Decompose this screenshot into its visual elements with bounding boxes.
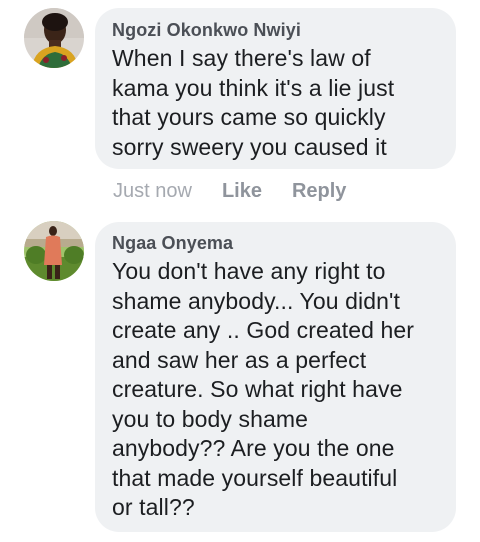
comment-text-line: anybody?? Are you the one <box>112 435 395 461</box>
comment-text-line: that made yourself beautiful <box>112 464 398 491</box>
avatar-photo <box>24 8 84 68</box>
comment-author[interactable]: Ngozi Okonkwo Nwiyi <box>112 19 442 41</box>
comment-text: When I say there's law of kama you think… <box>112 44 442 162</box>
avatar[interactable] <box>24 221 84 281</box>
comment-author[interactable]: Ngaa Onyema <box>112 232 442 254</box>
reply-button[interactable]: Reply <box>292 179 346 203</box>
avatar-photo <box>24 221 84 281</box>
comment-text-line: sorry sweery you caused it <box>112 133 387 160</box>
like-button[interactable]: Like <box>222 179 262 203</box>
comment-text-line: You don't have any right to <box>112 258 386 284</box>
comment-text-line: that yours came so quickly <box>112 104 386 130</box>
comment-bubble: Ngozi Okonkwo Nwiyi When I say there's l… <box>95 8 456 169</box>
comment-text-line: and saw her as a perfect <box>112 346 367 373</box>
comment-timestamp[interactable]: Just now <box>113 179 192 203</box>
comment-text-line: or tall?? <box>112 494 195 520</box>
comment-text-line: create any .. God created her <box>112 317 415 343</box>
comment-text: You don't have any right to shame anybod… <box>112 257 442 523</box>
comment-bubble: Ngaa Onyema You don't have any right to … <box>95 222 456 532</box>
avatar[interactable] <box>24 8 84 68</box>
comment-text-line: kama you think it's a lie just <box>112 74 395 101</box>
comment-text-line: you to body shame <box>112 405 309 432</box>
comment-text-line: creature. So what right have <box>112 376 403 402</box>
comment-meta: Just now Like Reply <box>113 179 376 203</box>
comment-text-line: When I say there's law of <box>112 45 371 71</box>
comment-text-line: shame anybody... You didn't <box>112 287 400 314</box>
